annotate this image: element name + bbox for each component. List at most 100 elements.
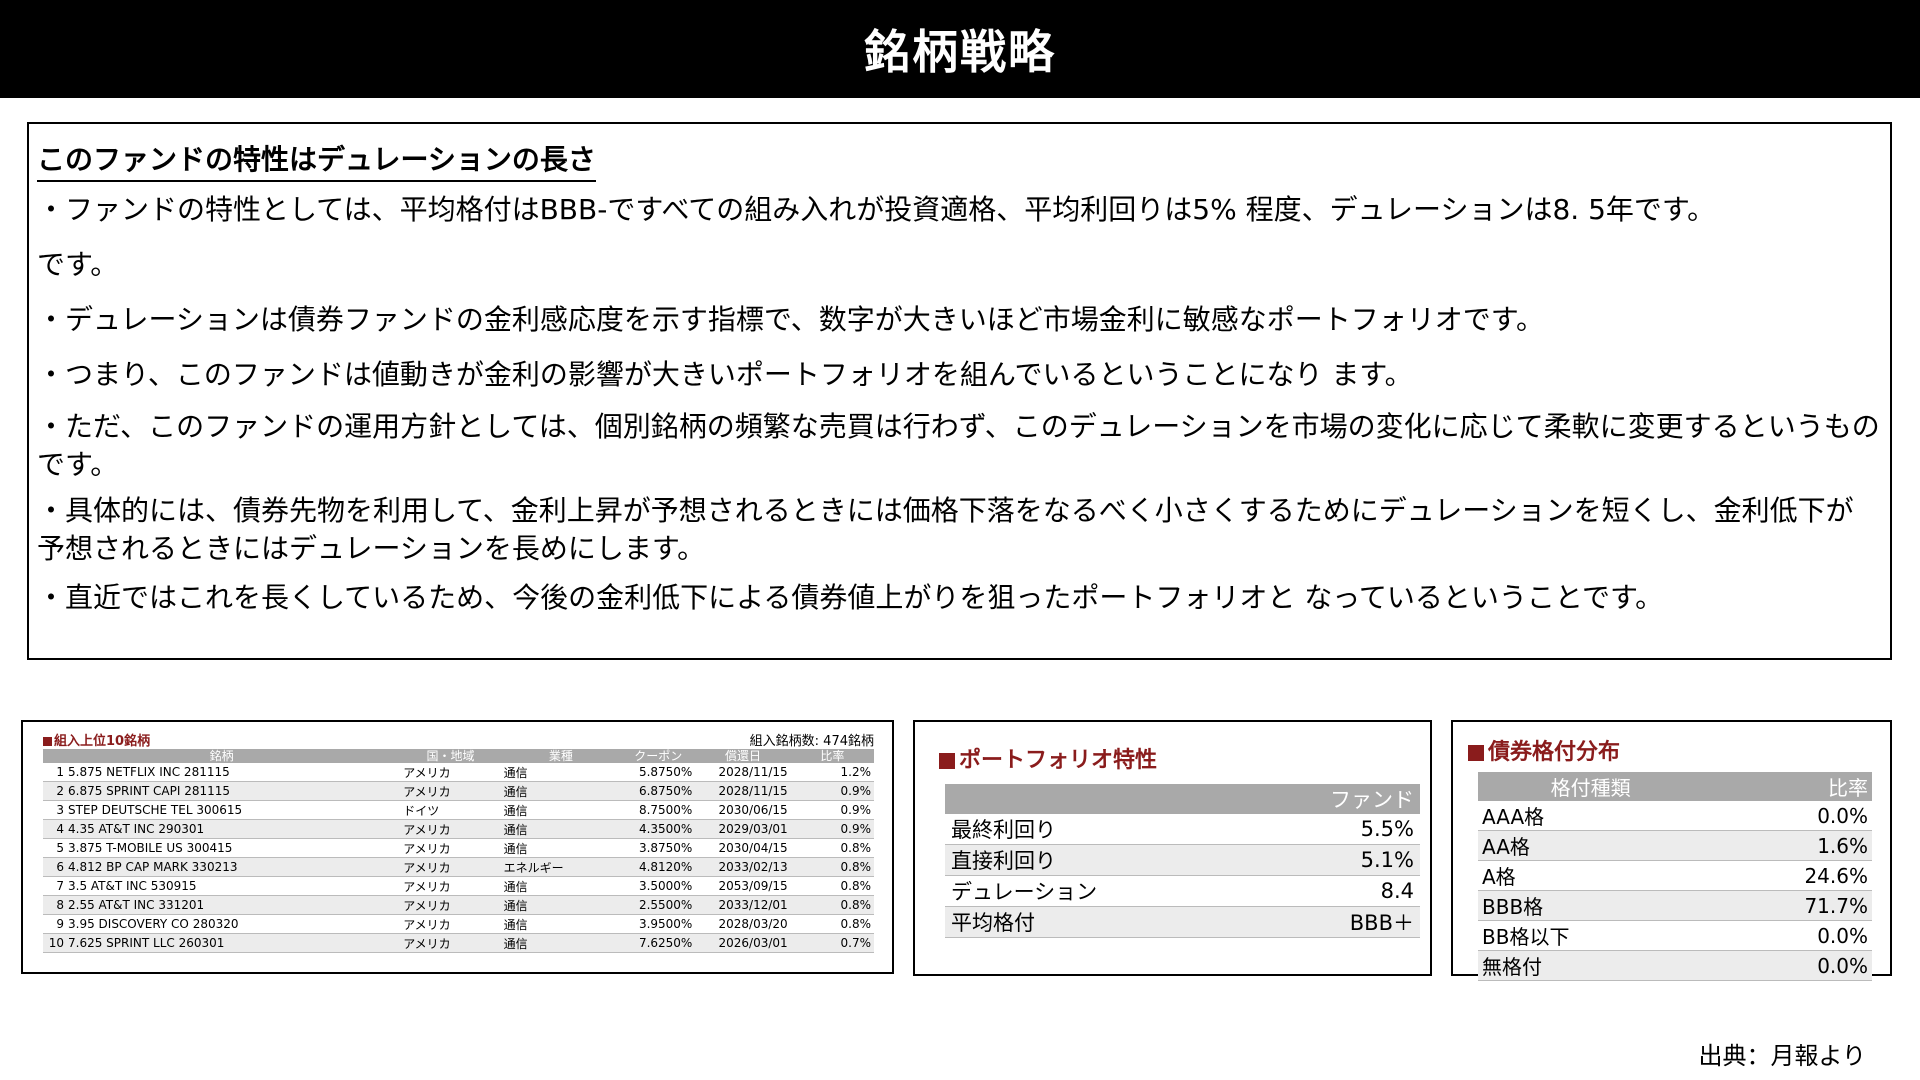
holding-maturity: 2033/02/13 bbox=[695, 857, 791, 877]
holding-weight: 0.9% bbox=[790, 819, 874, 839]
holding-weight: 0.9% bbox=[790, 800, 874, 820]
column-header: ファンド bbox=[1240, 784, 1420, 814]
table-row: 4 4.35 AT&T INC 290301 アメリカ 通信 4.3500% 2029/0… bbox=[43, 819, 874, 839]
holding-weight: 1.2% bbox=[790, 763, 874, 782]
table-row: 7 3.5 AT&T INC 530915 アメリカ 通信 3.5000% 2053/09… bbox=[43, 876, 874, 896]
holding-name-cell: 1 5.875 NETFLIX INC 281115 bbox=[43, 763, 401, 782]
column-header: 業種 bbox=[500, 749, 622, 763]
square-bullet-icon bbox=[43, 737, 52, 746]
ratings-table: 格付種類 比率 AAA格 0.0% AA格 1.6% A格 24.6% BBB格 71.7% B… bbox=[1478, 772, 1872, 981]
table-row: BB格以下 0.0% bbox=[1478, 920, 1872, 951]
holding-sector: 通信 bbox=[500, 914, 622, 934]
holding-weight: 0.7% bbox=[790, 933, 874, 953]
holding-coupon: 3.5000% bbox=[621, 876, 696, 896]
metric-label: 平均格付 bbox=[945, 906, 1241, 938]
holding-country: ドイツ bbox=[400, 800, 501, 820]
holding-maturity: 2029/03/01 bbox=[695, 819, 791, 839]
holdings-table: 銘柄 国・地域 業種 クーポン 償還日 比率 1 5.875 NETFLIX IN… bbox=[43, 749, 874, 953]
holding-name-cell: 7 3.5 AT&T INC 530915 bbox=[43, 876, 401, 896]
holding-country: アメリカ bbox=[400, 933, 501, 953]
holding-name-cell: 9 3.95 DISCOVERY CO 280320 bbox=[43, 914, 401, 934]
holding-name-cell: 4 4.35 AT&T INC 290301 bbox=[43, 819, 401, 839]
rating-value: 0.0% bbox=[1703, 801, 1872, 831]
holding-name-cell: 5 3.875 T-MOBILE US 300415 bbox=[43, 838, 401, 858]
summary-paragraph: ・ただ、このファンドの運用方針としては、個別銘柄の頻繁な売買は行わず、このデュレ… bbox=[37, 410, 1880, 481]
holding-sector: 通信 bbox=[500, 800, 622, 820]
holding-name: 5.875 NETFLIX INC 281115 bbox=[68, 765, 230, 779]
holding-coupon: 8.7500% bbox=[621, 800, 696, 820]
metric-value: 5.5% bbox=[1240, 814, 1420, 845]
holding-maturity: 2053/09/15 bbox=[695, 876, 791, 896]
holding-rank: 7 bbox=[56, 879, 64, 893]
table-row: 無格付 0.0% bbox=[1478, 950, 1872, 981]
ratings-title: 債券格付分布 bbox=[1468, 734, 1872, 766]
column-header: 比率 bbox=[790, 749, 874, 763]
holding-rank: 8 bbox=[56, 898, 64, 912]
holding-maturity: 2030/06/15 bbox=[695, 800, 791, 820]
holding-maturity: 2028/11/15 bbox=[695, 781, 791, 801]
rating-label: BBB格 bbox=[1478, 890, 1704, 921]
holdings-panel: 組入上位10銘柄 組入銘柄数: 474銘柄 銘柄 国・地域 業種 クーポン 償還… bbox=[21, 720, 894, 974]
holding-name-cell: 10 7.625 SPRINT LLC 260301 bbox=[43, 933, 401, 953]
holding-rank: 9 bbox=[56, 917, 64, 931]
holding-weight: 0.8% bbox=[790, 895, 874, 915]
metric-value: 8.4 bbox=[1240, 875, 1420, 907]
summary-heading: このファンドの特性はデュレーションの長さ bbox=[37, 138, 596, 182]
rating-value: 1.6% bbox=[1703, 830, 1872, 861]
holding-sector: 通信 bbox=[500, 933, 622, 953]
table-row: 3 STEP DEUTSCHE TEL 300615 ドイツ 通信 8.7500% 203… bbox=[43, 800, 874, 820]
holdings-count: 組入銘柄数: 474銘柄 bbox=[749, 734, 874, 749]
table-row: 9 3.95 DISCOVERY CO 280320 アメリカ 通信 3.9500% 20… bbox=[43, 914, 874, 934]
holding-weight: 0.8% bbox=[790, 876, 874, 896]
metric-label: 最終利回り bbox=[945, 814, 1241, 845]
holding-country: アメリカ bbox=[400, 819, 501, 839]
holding-name: 7.625 SPRINT LLC 260301 bbox=[68, 936, 225, 950]
summary-paragraph: です。 bbox=[37, 248, 119, 281]
rating-label: BB格以下 bbox=[1478, 920, 1704, 951]
summary-box: このファンドの特性はデュレーションの長さ ・ファンドの特性としては、平均格付はB… bbox=[27, 122, 1892, 660]
portfolio-panel: ポートフォリオ特性 ファンド 最終利回り 5.5% 直接利回り 5.1% デュレーション… bbox=[913, 720, 1432, 976]
column-header: クーポン bbox=[621, 749, 696, 763]
holding-coupon: 6.8750% bbox=[621, 781, 696, 801]
holding-sector: エネルギー bbox=[500, 857, 622, 877]
holding-country: アメリカ bbox=[400, 876, 501, 896]
metric-label: 直接利回り bbox=[945, 844, 1241, 876]
table-header-row: ファンド bbox=[945, 784, 1420, 814]
portfolio-title: ポートフォリオ特性 bbox=[939, 742, 1420, 774]
holding-rank: 3 bbox=[56, 803, 64, 817]
rating-value: 24.6% bbox=[1703, 860, 1872, 891]
column-header: 格付種類 bbox=[1478, 772, 1704, 801]
holding-sector: 通信 bbox=[500, 838, 622, 858]
holding-rank: 6 bbox=[56, 860, 64, 874]
square-bullet-icon bbox=[939, 753, 955, 769]
holding-coupon: 4.8120% bbox=[621, 857, 696, 877]
table-row: AA格 1.6% bbox=[1478, 830, 1872, 861]
table-row: A格 24.6% bbox=[1478, 860, 1872, 891]
holding-coupon: 2.5500% bbox=[621, 895, 696, 915]
metric-value: BBB＋ bbox=[1240, 906, 1420, 938]
holding-name-cell: 8 2.55 AT&T INC 331201 bbox=[43, 895, 401, 915]
table-row: デュレーション 8.4 bbox=[945, 875, 1420, 907]
table-row: 平均格付 BBB＋ bbox=[945, 906, 1420, 938]
holding-weight: 0.8% bbox=[790, 914, 874, 934]
holding-name: 6.875 SPRINT CAPI 281115 bbox=[68, 784, 231, 798]
table-row: 8 2.55 AT&T INC 331201 アメリカ 通信 2.5500% 2033/1… bbox=[43, 895, 874, 915]
holding-country: アメリカ bbox=[400, 895, 501, 915]
holding-country: アメリカ bbox=[400, 781, 501, 801]
column-header: 銘柄 bbox=[43, 749, 401, 763]
rating-label: A格 bbox=[1478, 860, 1704, 891]
holding-name-cell: 6 4.812 BP CAP MARK 330213 bbox=[43, 857, 401, 877]
holding-country: アメリカ bbox=[400, 763, 501, 782]
table-row: AAA格 0.0% bbox=[1478, 801, 1872, 831]
holdings-title: 組入上位10銘柄 bbox=[43, 730, 150, 749]
table-row: 直接利回り 5.1% bbox=[945, 844, 1420, 876]
table-row: 2 6.875 SPRINT CAPI 281115 アメリカ 通信 6.8750% 20… bbox=[43, 781, 874, 801]
holding-country: アメリカ bbox=[400, 857, 501, 877]
summary-paragraph: ・つまり、このファンドは値動きが金利の影響が大きいポートフォリオを組んでいるとい… bbox=[37, 358, 1413, 391]
summary-paragraph: ・具体的には、債券先物を利用して、金利上昇が予想されるときには価格下落をなるべく… bbox=[37, 494, 1854, 565]
holding-rank: 1 bbox=[56, 765, 64, 779]
holding-weight: 0.9% bbox=[790, 781, 874, 801]
holding-name: 3.875 T-MOBILE US 300415 bbox=[68, 841, 233, 855]
metric-label: デュレーション bbox=[945, 875, 1241, 907]
rating-value: 0.0% bbox=[1703, 920, 1872, 951]
